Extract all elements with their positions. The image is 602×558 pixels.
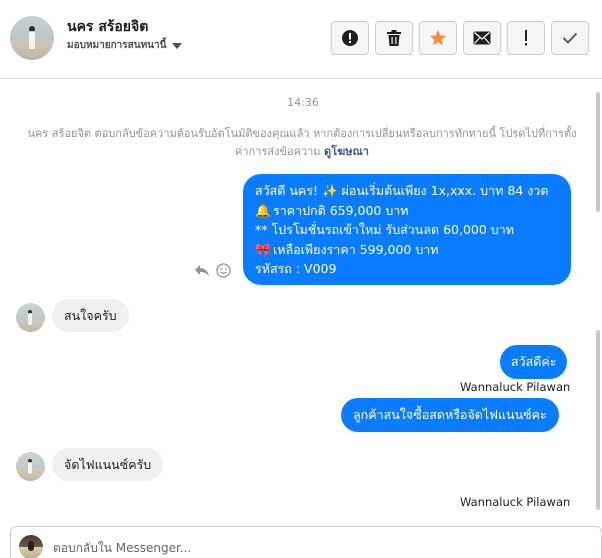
incoming-message[interactable]: สนใจครับ	[52, 299, 129, 332]
message-timestamp: 14:36	[287, 96, 319, 109]
promo-line-2-text: ราคาปกติ 659,000 บาท	[272, 202, 409, 218]
avatar-figure	[29, 31, 35, 49]
promo-line-3: ** โปรโมชั่นรถเข้าใหม่ รับส่วนลด 60,000 …	[255, 222, 514, 237]
scrollbar-thumb-lower[interactable]	[596, 330, 600, 510]
contact-avatar[interactable]	[10, 16, 54, 60]
conversation-header: นคร สร้อยจิต มอบหมายการสนทนานี้	[0, 0, 602, 79]
outgoing-message[interactable]: สวัสดีค่ะ	[500, 345, 568, 379]
assign-label: มอบหมายการสนทนานี้	[67, 40, 167, 51]
avatar-figure	[28, 313, 32, 325]
mark-spam-button[interactable]	[507, 21, 545, 55]
toolbar	[331, 21, 589, 55]
trash-icon	[387, 30, 401, 46]
incoming-message[interactable]: จัดไฟแนนซ์ครับ	[52, 448, 164, 481]
delete-button[interactable]	[375, 21, 413, 55]
contact-avatar-small[interactable]	[16, 303, 45, 332]
reply-composer	[10, 526, 602, 558]
sender-name: Wannaluck Pilawan	[460, 380, 571, 394]
system-message: นคร สร้อยจิต ตอบกลับข้อความต้อนรับอัตโนม…	[22, 125, 582, 161]
caret-down-icon	[172, 42, 183, 49]
checkmark-icon	[562, 32, 578, 44]
contact-avatar-small[interactable]	[16, 452, 45, 481]
sender-name: Wannaluck Pilawan	[460, 495, 571, 509]
outgoing-message[interactable]: ลูกค้าสนใจซื้อสดหรือจัดไฟแนนซ์คะ	[341, 398, 559, 432]
star-icon	[430, 30, 446, 46]
outgoing-promo-message[interactable]: สวัสดี นคร! ✨ ผ่อนเริ่มต้นเพียง 1x,xxx. …	[243, 174, 571, 285]
star-button[interactable]	[419, 21, 457, 55]
assign-conversation-dropdown[interactable]: มอบหมายการสนทนานี้	[67, 38, 183, 53]
exclamation-icon	[525, 30, 527, 46]
promo-line-4: 🎀 เหลือเพียงราคา 599,000 บาท	[255, 240, 559, 260]
avatar-figure	[28, 462, 32, 474]
promo-line-1: สวัสดี นคร! ✨ ผ่อนเริ่มต้นเพียง 1x,xxx. …	[255, 183, 549, 198]
emoji-react-icon[interactable]	[216, 263, 231, 278]
bell-icon: 🔔	[255, 202, 271, 218]
contact-name[interactable]: นคร สร้อยจิต	[67, 16, 148, 38]
promo-line-4-text: เหลือเพียงราคา 599,000 บาท	[269, 241, 439, 257]
promo-line-5: รหัสรถ : V009	[255, 261, 337, 276]
reply-input[interactable]	[53, 537, 573, 558]
alert-circle-icon	[342, 30, 358, 46]
promo-line-2: 🔔 ราคาปกติ 659,000 บาท	[255, 201, 559, 221]
page-avatar	[19, 535, 43, 558]
scrollbar-thumb[interactable]	[596, 92, 600, 212]
system-message-text: นคร สร้อยจิต ตอบกลับข้อความต้อนรับอัตโนม…	[27, 127, 577, 158]
message-actions	[194, 263, 231, 278]
reply-icon[interactable]	[194, 264, 210, 278]
mark-done-button[interactable]	[551, 21, 589, 55]
ribbon-icon: 🎀	[255, 241, 271, 257]
mark-unread-button[interactable]	[463, 21, 501, 55]
alert-button[interactable]	[331, 21, 369, 55]
avatar-figure	[28, 541, 34, 551]
view-ad-link[interactable]: ดูโฆษณา	[324, 145, 369, 158]
envelope-icon	[473, 31, 491, 45]
